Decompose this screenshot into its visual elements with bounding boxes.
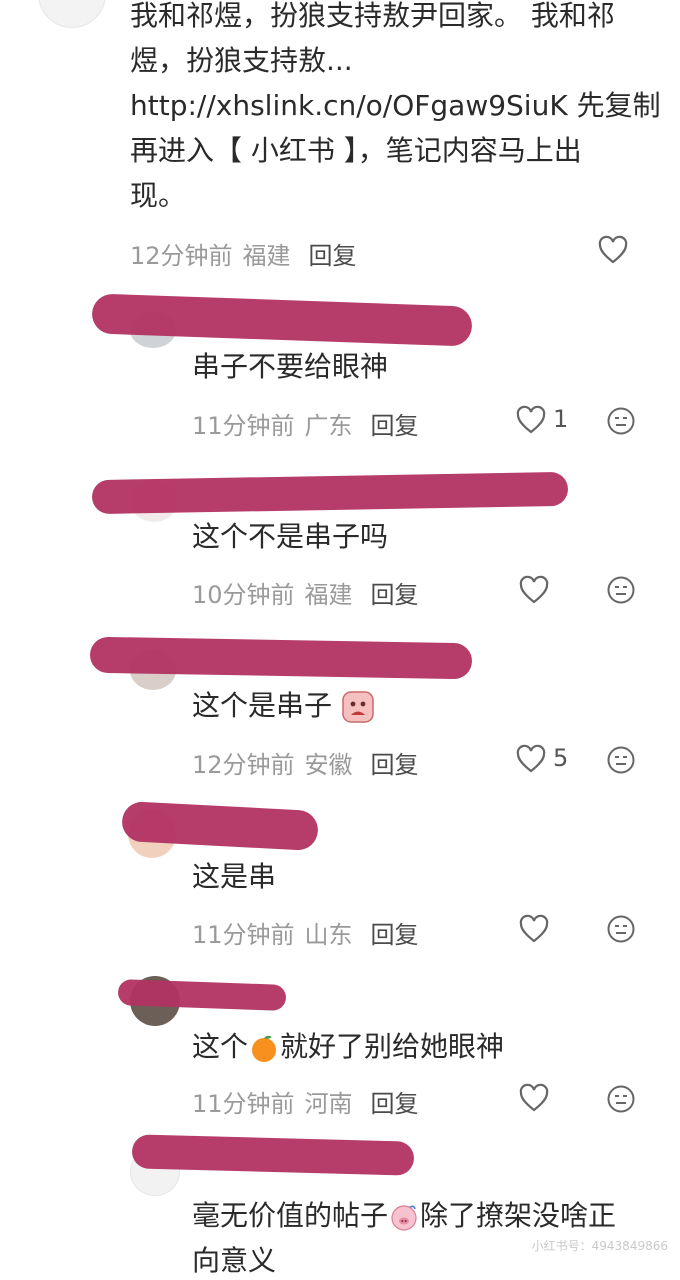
reply-button[interactable]: 回复: [371, 412, 419, 440]
reply-text-after: 就好了别给她眼神: [280, 1030, 505, 1063]
top-comment-avatar[interactable]: [38, 0, 106, 28]
reply-text: 毫无价值的帖子 除了撩架没啥正: [192, 1197, 616, 1234]
reply-meta: 12分钟前 安徽 回复: [192, 745, 419, 780]
reply-meta: 11分钟前 山东 回复: [192, 915, 419, 950]
reply-text: 这个 就好了别给她眼神: [192, 1028, 504, 1065]
reply-button[interactable]: 回复: [371, 751, 419, 779]
reply-meta: 10分钟前 福建 回复: [192, 575, 419, 610]
heart-icon[interactable]: [518, 1083, 550, 1113]
reply-text-content: 这个是串子: [192, 689, 333, 722]
heart-icon[interactable]: [597, 235, 629, 265]
reply-meta: 11分钟前 广东 回复: [192, 406, 419, 441]
redacted-username: [91, 471, 569, 515]
comment-location: 广东: [304, 412, 353, 440]
reply-button[interactable]: 回复: [371, 921, 419, 949]
meh-face-icon[interactable]: [606, 1084, 636, 1114]
heart-icon[interactable]: [518, 575, 550, 605]
top-comment-meta: 12分钟前 福建 回复: [130, 236, 357, 271]
comment-location: 河南: [304, 1090, 353, 1118]
reply-text-after: 除了撩架没啥正: [420, 1199, 617, 1232]
comment-time: 10分钟前: [192, 581, 295, 609]
like-count: 1: [553, 405, 569, 433]
comment-location: 福建: [304, 581, 353, 609]
top-comment-link[interactable]: http://xhslink.cn/o/OFgaw9SiuK 先复制: [130, 87, 661, 124]
top-comment-line-2: 煜，扮狼支持敖...: [130, 44, 353, 77]
comment-time: 11分钟前: [192, 921, 295, 949]
meh-face-icon[interactable]: [606, 575, 636, 605]
reply-text: 这个不是串子吗: [192, 520, 389, 553]
heart-icon[interactable]: [515, 405, 547, 435]
reply-text: 这是串: [192, 860, 277, 893]
reply-meta: 11分钟前 河南 回复: [192, 1084, 419, 1119]
angry-face-emoji-icon: [342, 691, 374, 723]
reply-text-line-2: 向意义: [192, 1244, 277, 1277]
reply-text: 串子不要给眼神: [192, 350, 389, 383]
watermark: 小红书号：4943849866: [531, 1239, 668, 1253]
redacted-username: [89, 636, 473, 680]
pig-face-emoji-icon: [391, 1205, 417, 1231]
comment-time: 12分钟前: [130, 242, 233, 270]
comment-location: 福建: [242, 242, 291, 270]
comment-location: 安徽: [304, 751, 353, 779]
top-comment-line-5: 现。: [130, 179, 187, 212]
top-comment-line-1: 我和祁煜，扮狼支持敖尹回家。 我和祁: [130, 0, 615, 32]
reply-button[interactable]: 回复: [309, 242, 357, 270]
reply-text: 这个是串子: [192, 687, 375, 724]
comment-location: 山东: [304, 921, 353, 949]
reply-button[interactable]: 回复: [371, 1090, 419, 1118]
meh-face-icon[interactable]: [606, 745, 636, 775]
reply-text-before: 这个: [192, 1030, 249, 1063]
reply-button[interactable]: 回复: [371, 581, 419, 609]
top-comment-line-4: 再进入【 小红书 】，笔记内容马上出: [130, 134, 582, 167]
meh-face-icon[interactable]: [606, 406, 636, 436]
meh-face-icon[interactable]: [606, 914, 636, 944]
reply-text-before: 毫无价值的帖子: [192, 1199, 389, 1232]
like-count: 5: [553, 744, 569, 772]
orange-emoji-icon: [252, 1035, 277, 1062]
comment-time: 11分钟前: [192, 1090, 295, 1118]
heart-icon[interactable]: [518, 914, 550, 944]
comment-time: 12分钟前: [192, 751, 295, 779]
heart-icon[interactable]: [515, 744, 547, 774]
comment-time: 11分钟前: [192, 412, 295, 440]
